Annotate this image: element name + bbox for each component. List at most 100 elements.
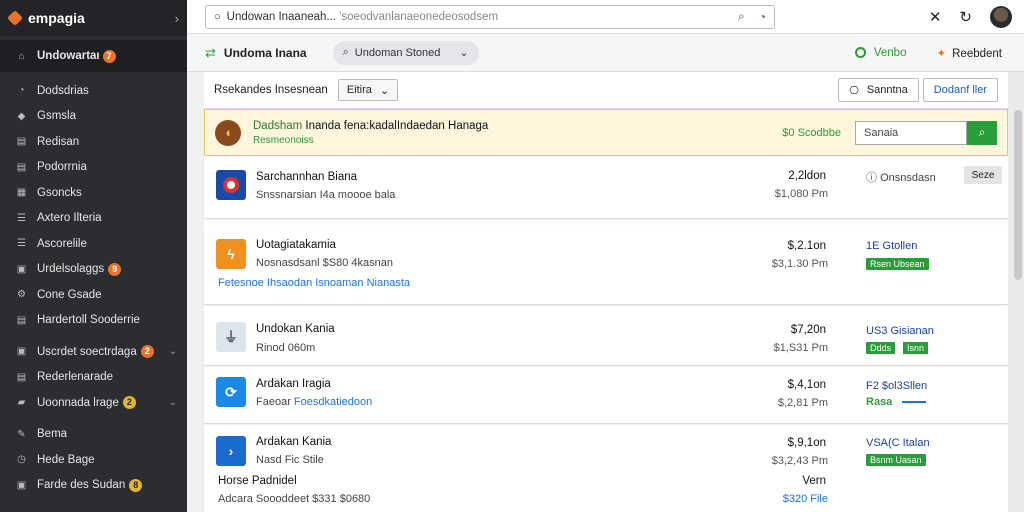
- sidebar-item-farde[interactable]: ▣ Farde des Sudan 8: [0, 473, 187, 499]
- search-icon[interactable]: ⌕: [967, 120, 997, 145]
- sidebar-item-label: Farde des Sudan: [37, 479, 126, 492]
- sanntna-button[interactable]: ⎔ Sanntna: [838, 78, 919, 102]
- arrows-icon: ⇄: [205, 44, 216, 60]
- doc-icon: ▤: [16, 161, 27, 173]
- filter-button[interactable]: Dodanf ller: [922, 78, 998, 102]
- sidebar-item-podorrnia[interactable]: ▤ Podorrnia: [0, 155, 187, 181]
- featured-row[interactable]: ◖ Dadsham Inanda fena:kadalIndaedan Hana…: [204, 109, 1008, 156]
- row-sub: Rinod 060m: [256, 342, 316, 354]
- sidebar-item-gsoncks[interactable]: ▦ Gsoncks: [0, 180, 187, 206]
- brand-header[interactable]: empagia ›: [0, 0, 187, 36]
- sidebar-item-hede-bage[interactable]: ◷ Hede Bage: [0, 447, 187, 473]
- sidebar-item-dodsdrias[interactable]: ◔ Dodsdrias: [0, 78, 187, 104]
- row-name: Ardakan Iragia: [256, 378, 331, 390]
- sidebar-item-label: Uoonnada lrage: [37, 396, 119, 409]
- sidebar-item-undowartan[interactable]: ⌂ Undowartan 7: [0, 40, 187, 72]
- sidebar-item-gsmsla[interactable]: ◆ Gsmsla: [0, 104, 187, 130]
- search-icon[interactable]: ⌕: [738, 9, 745, 24]
- close-icon[interactable]: ✕: [929, 8, 942, 26]
- chevron-down-icon[interactable]: ⌄: [169, 397, 177, 408]
- sidebar-item-hardertoll[interactable]: ▤ Hardertoll Sooderrie: [0, 308, 187, 334]
- logo-icon: [7, 10, 23, 26]
- doc-icon: ▤: [16, 136, 27, 148]
- sidebar-item-label: Gsmsla: [37, 110, 76, 123]
- row-sub: Nasd Fic Stile: [256, 454, 324, 466]
- row-perf: $3,1.30 Pm: [771, 258, 828, 270]
- circle-icon: [216, 170, 246, 200]
- count-badge: 8: [129, 478, 143, 492]
- sidebar-item-urdelsolaggs[interactable]: ▣ Urdelsolaggs 9: [0, 257, 187, 283]
- sidebar-item-uscrdet[interactable]: ▣ Uscrdet soectrdaga 2 ⌄: [0, 339, 187, 365]
- status-link[interactable]: Rasa: [866, 396, 892, 408]
- row-perf: $3,2,43 Pm: [771, 455, 828, 467]
- doc-icon: ▤: [16, 371, 27, 383]
- row-sub: Adcara Soooddeet $331 $0680: [218, 493, 371, 505]
- row-tags: Rsen Ubsean: [866, 258, 929, 270]
- box-icon: ▣: [16, 479, 27, 491]
- chevron-right-icon[interactable]: ›: [175, 11, 179, 26]
- sidebar-item-ascorelile[interactable]: ☰ Ascorelile: [0, 231, 187, 257]
- sub-header: ⇄ Undoma Inana ⌕ Undoman Stoned ⌄ Venbo …: [187, 34, 1024, 72]
- row-perf: $1,080 Pm: [774, 188, 828, 200]
- home-icon: ⌂: [18, 50, 25, 62]
- scrollbar[interactable]: [1014, 110, 1022, 280]
- rocket-icon: ✦: [936, 47, 947, 60]
- row-tags: Rasa: [866, 396, 927, 408]
- table-row[interactable]: Sarchannhan Biana Snssnarsian I4a moooe …: [204, 157, 1008, 219]
- sidebar-item-axtero[interactable]: ☰ Axtero Ilteria: [0, 206, 187, 232]
- chevron-down-icon[interactable]: ⌄: [169, 346, 177, 357]
- sidebar-item-label: Undowartan: [37, 50, 99, 62]
- row-action-button[interactable]: Seze: [964, 166, 1002, 184]
- reebdent-button[interactable]: ✦ Reebdent: [936, 46, 1002, 60]
- row-price: $,4,1on: [787, 379, 826, 391]
- table-row[interactable]: ϟ Uotagiatakamia Nosnasdsanl $S80 4kasna…: [204, 227, 1008, 305]
- page-title: Undoma Inana: [223, 45, 307, 60]
- plug-icon: ⏚: [216, 322, 246, 352]
- sidebar-item-bema[interactable]: ✎ Bema: [0, 422, 187, 448]
- sidebar-item-label: Gsoncks: [37, 186, 82, 199]
- sidebar-item-rederlenarade[interactable]: ▤ Rederlenarade: [0, 365, 187, 391]
- status-badge: Isnn: [903, 342, 929, 354]
- row-name: Uotagiatakamia: [256, 239, 336, 251]
- table-row[interactable]: › Ardakan Kania Nasd Fic Stile $,9,1on $…: [204, 425, 1008, 512]
- sidebar-item-label: Bema: [37, 428, 68, 441]
- row-link[interactable]: Fetesnoe Ihsaodan Isnoaman Nianasta: [218, 277, 410, 289]
- row-price: $,2.1on: [787, 240, 826, 252]
- table-row[interactable]: ⟳ Ardakan Iragia Faeoar Foesdkatiedoon $…: [204, 367, 1008, 424]
- refresh-icon[interactable]: ↻: [959, 8, 972, 26]
- doc-icon: ▤: [16, 314, 27, 326]
- status-badge: Bsnm Uasan: [866, 454, 926, 466]
- row-name: Undokan Kania: [256, 323, 335, 335]
- featured-search-input[interactable]: Sanaia: [855, 120, 967, 145]
- filter-select[interactable]: Eitira ⌄: [337, 79, 399, 101]
- search-pill[interactable]: ⌕ Undoman Stoned ⌄: [332, 40, 479, 65]
- sidebar-item-uoonnada[interactable]: ▰ Uoonnada lrage 2 ⌄: [0, 390, 187, 416]
- table-row[interactable]: ⏚ Undokan Kania Rinod 060m $7,20n $1,S31…: [204, 312, 1008, 366]
- chevron-down-icon: ⌄: [459, 47, 469, 59]
- row-status: 1E Gtollen: [866, 240, 918, 252]
- list-icon: ☰: [17, 238, 26, 250]
- chevron-down-icon: ⌄: [379, 84, 390, 97]
- filter-bar: Rsekandes Insesnean Eitira ⌄ ⎔ Sanntna Dod…: [204, 72, 1008, 109]
- status-icon: [854, 46, 866, 58]
- history-icon[interactable]: ◔: [759, 10, 766, 24]
- row-perf: $320 File: [782, 493, 828, 505]
- featured-price: $0 Scodbbe: [782, 126, 841, 139]
- row-sub-link[interactable]: Foesdkatiedoon: [294, 396, 372, 408]
- avatar[interactable]: [990, 5, 1012, 28]
- folder-icon: ▰: [17, 397, 26, 409]
- address-bar[interactable]: ○ Undowan Inaaneah... 'soeodvanlanaeoned…: [205, 4, 775, 29]
- row-status: F2 $ol3Sllen: [866, 380, 928, 392]
- box-icon: ▣: [16, 346, 27, 358]
- url-dim: 'soeodvanlanaeonedeosodsem: [339, 10, 499, 23]
- count-badge: 9: [108, 262, 122, 276]
- sidebar-item-label: Ascorelile: [37, 237, 87, 250]
- bolt-icon: ϟ: [216, 239, 246, 269]
- info-icon: ○: [214, 10, 221, 23]
- lock-icon: ⎔: [849, 84, 859, 97]
- sidebar-item-cone-gsade[interactable]: ⚙ Cone Gsade: [0, 282, 187, 308]
- sidebar-item-redisan[interactable]: ▤ Redisan: [0, 129, 187, 155]
- top-bar: ○ Undowan Inaaneah... 'soeodvanlanaeoned…: [187, 0, 1024, 34]
- row-options[interactable]: ⓘ Onsnsdasn: [866, 169, 936, 185]
- venbo-link[interactable]: Venbo: [854, 46, 906, 59]
